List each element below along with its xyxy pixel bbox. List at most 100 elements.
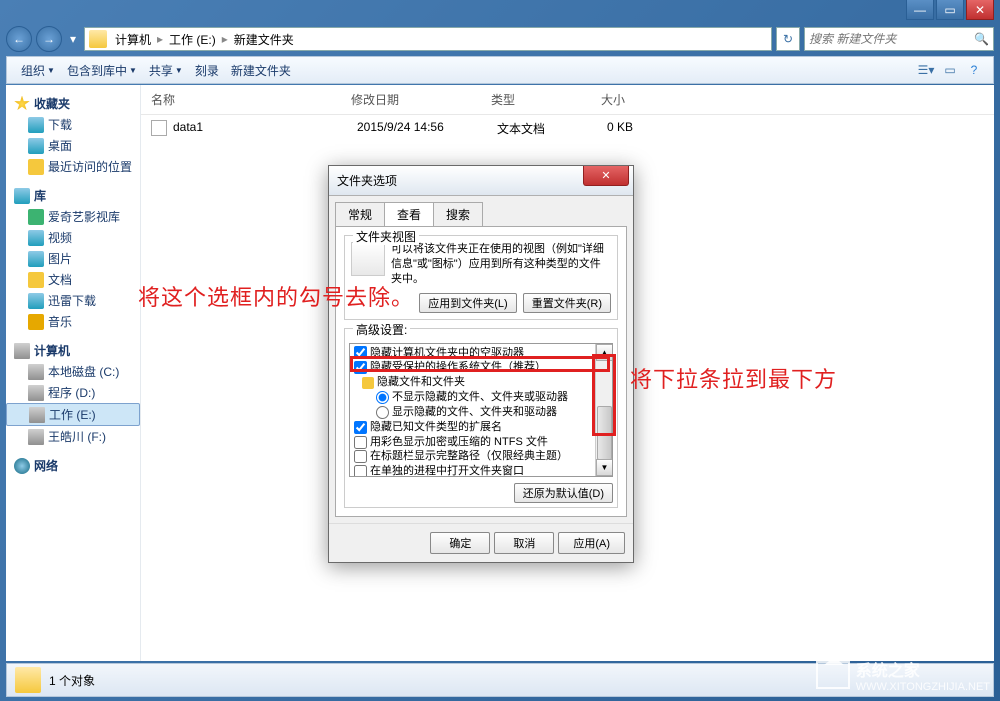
advanced-item[interactable]: 用彩色显示加密或压缩的 NTFS 文件 <box>354 435 593 450</box>
recent-icon <box>28 159 44 175</box>
radio[interactable] <box>376 391 389 404</box>
nav-forward-button[interactable]: → <box>36 26 62 52</box>
download-icon <box>28 117 44 133</box>
address-bar[interactable]: 计算机▸ 工作 (E:)▸ 新建文件夹 <box>84 27 772 51</box>
advanced-item-label: 隐藏文件和文件夹 <box>377 375 465 390</box>
folder-view-icon <box>351 242 385 276</box>
col-date[interactable]: 修改日期 <box>351 91 491 108</box>
sidebar-item-documents[interactable]: 文档 <box>6 269 140 290</box>
sidebar-computer-head[interactable]: 计算机 <box>6 340 140 361</box>
dialog-title: 文件夹选项 <box>337 172 397 189</box>
sidebar-item-downloads[interactable]: 下载 <box>6 114 140 135</box>
maximize-button[interactable]: ▭ <box>936 0 964 20</box>
checkbox[interactable] <box>354 436 367 449</box>
col-name[interactable]: 名称 <box>151 91 351 108</box>
checkbox[interactable] <box>354 346 367 359</box>
textfile-icon <box>151 120 167 136</box>
breadcrumb-2[interactable]: 新建文件夹 <box>230 31 298 48</box>
toolbar-include[interactable]: 包含到库中▼ <box>61 62 143 79</box>
folder-view-group: 文件夹视图 可以将该文件夹正在使用的视图（例如"详细信息"或"图标"）应用到所有… <box>344 235 618 320</box>
sidebar-item-disk-f[interactable]: 王皓川 (F:) <box>6 426 140 447</box>
sidebar-item-videos[interactable]: 视频 <box>6 227 140 248</box>
toolbar-burn[interactable]: 刻录 <box>189 62 225 79</box>
apply-to-folders-button[interactable]: 应用到文件夹(L) <box>419 293 516 313</box>
apply-button[interactable]: 应用(A) <box>558 532 625 554</box>
checkbox[interactable] <box>354 450 367 463</box>
nav-history-dropdown[interactable]: ▾ <box>66 29 80 49</box>
sidebar-item-disk-e[interactable]: 工作 (E:) <box>6 403 140 426</box>
sidebar-item-desktop[interactable]: 桌面 <box>6 135 140 156</box>
column-headers: 名称 修改日期 类型 大小 <box>141 85 994 115</box>
cancel-button[interactable]: 取消 <box>494 532 554 554</box>
disk-icon <box>28 429 44 445</box>
nav-back-button[interactable]: ← <box>6 26 32 52</box>
sidebar-item-disk-c[interactable]: 本地磁盘 (C:) <box>6 361 140 382</box>
cell-name: data1 <box>173 120 357 137</box>
sidebar-item-iqiyi[interactable]: 爱奇艺影视库 <box>6 206 140 227</box>
checkbox[interactable] <box>354 421 367 434</box>
restore-defaults-button[interactable]: 还原为默认值(D) <box>514 483 613 503</box>
dialog-close-button[interactable]: ✕ <box>583 166 629 186</box>
tab-view[interactable]: 查看 <box>384 202 434 226</box>
advanced-item[interactable]: 隐藏文件和文件夹 <box>354 375 593 390</box>
scroll-down-button[interactable]: ▼ <box>596 459 613 476</box>
toolbar-newfolder[interactable]: 新建文件夹 <box>225 62 297 79</box>
close-button[interactable]: ✕ <box>966 0 994 20</box>
advanced-item[interactable]: 显示隐藏的文件、文件夹和驱动器 <box>354 405 593 420</box>
file-row[interactable]: data1 2015/9/24 14:56 文本文档 0 KB <box>151 117 984 140</box>
advanced-item[interactable]: 隐藏已知文件类型的扩展名 <box>354 420 593 435</box>
advanced-item[interactable]: 隐藏受保护的操作系统文件（推荐） <box>354 360 593 375</box>
refresh-button[interactable]: ↻ <box>776 27 800 51</box>
advanced-list[interactable]: 隐藏计算机文件夹中的空驱动器隐藏受保护的操作系统文件（推荐）隐藏文件和文件夹不显… <box>350 344 595 476</box>
advanced-item[interactable]: 在标题栏显示完整路径（仅限经典主题） <box>354 449 593 464</box>
network-icon <box>14 458 30 474</box>
scroll-up-button[interactable]: ▲ <box>596 344 613 361</box>
watermark-name: 系统之家 <box>856 657 990 681</box>
advanced-item[interactable]: 在单独的进程中打开文件夹窗口 <box>354 464 593 475</box>
toolbar-organize[interactable]: 组织▼ <box>15 62 61 79</box>
sidebar-favorites-head[interactable]: 收藏夹 <box>6 93 140 114</box>
folder-icon <box>89 30 107 48</box>
sidebar-item-pictures[interactable]: 图片 <box>6 248 140 269</box>
breadcrumb-1[interactable]: 工作 (E:) <box>165 31 220 48</box>
sidebar-item-xunlei[interactable]: 迅雷下载 <box>6 290 140 311</box>
breadcrumb-0[interactable]: 计算机 <box>111 31 155 48</box>
search-input[interactable] <box>809 32 974 46</box>
sidebar-network-head[interactable]: 网络 <box>6 455 140 476</box>
cell-date: 2015/9/24 14:56 <box>357 120 497 137</box>
advanced-item-label: 隐藏受保护的操作系统文件（推荐） <box>370 360 546 375</box>
window-controls: — ▭ ✕ <box>904 0 994 20</box>
preview-pane-button[interactable]: ▭ <box>939 59 961 81</box>
advanced-item[interactable]: 隐藏计算机文件夹中的空驱动器 <box>354 346 593 361</box>
search-icon[interactable]: 🔍 <box>974 32 989 46</box>
checkbox[interactable] <box>354 465 367 475</box>
advanced-item-label: 在单独的进程中打开文件夹窗口 <box>370 464 524 475</box>
folder-view-legend: 文件夹视图 <box>353 228 419 245</box>
minimize-button[interactable]: — <box>906 0 934 20</box>
sidebar: 收藏夹 下载 桌面 最近访问的位置 库 爱奇艺影视库 视频 图片 文档 迅雷下载… <box>6 85 141 661</box>
search-box[interactable]: 🔍 <box>804 27 994 51</box>
help-button[interactable]: ? <box>963 59 985 81</box>
checkbox[interactable] <box>354 361 367 374</box>
scroll-thumb[interactable] <box>597 406 612 460</box>
tab-general[interactable]: 常规 <box>335 202 385 226</box>
sidebar-item-disk-d[interactable]: 程序 (D:) <box>6 382 140 403</box>
advanced-item[interactable]: 不显示隐藏的文件、文件夹或驱动器 <box>354 390 593 405</box>
advanced-legend: 高级设置: <box>353 321 410 338</box>
advanced-item-label: 在标题栏显示完整路径（仅限经典主题） <box>370 449 568 464</box>
dialog-tabs: 常规 查看 搜索 <box>335 202 627 226</box>
toolbar-share[interactable]: 共享▼ <box>143 62 189 79</box>
watermark-url: WWW.XITONGZHIJIA.NET <box>856 681 990 693</box>
sidebar-libraries-head[interactable]: 库 <box>6 185 140 206</box>
ok-button[interactable]: 确定 <box>430 532 490 554</box>
tab-search[interactable]: 搜索 <box>433 202 483 226</box>
view-mode-button[interactable]: ☰▾ <box>915 59 937 81</box>
col-size[interactable]: 大小 <box>601 91 681 108</box>
iqiyi-icon <box>28 209 44 225</box>
reset-folders-button[interactable]: 重置文件夹(R) <box>523 293 611 313</box>
sidebar-item-recent[interactable]: 最近访问的位置 <box>6 156 140 177</box>
folder-icon <box>15 667 41 693</box>
col-type[interactable]: 类型 <box>491 91 601 108</box>
radio[interactable] <box>376 406 389 419</box>
sidebar-item-music[interactable]: 音乐 <box>6 311 140 332</box>
